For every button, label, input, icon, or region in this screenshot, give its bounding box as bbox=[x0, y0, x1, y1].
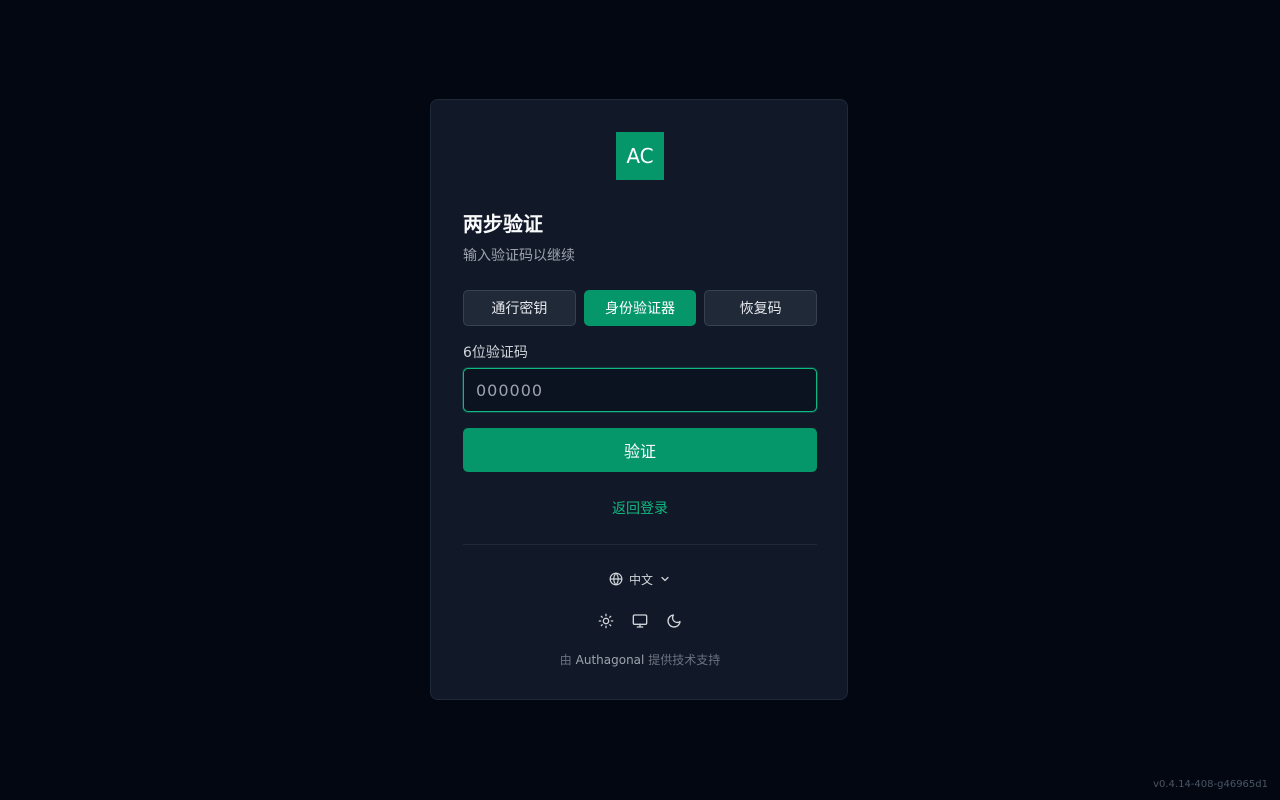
back-to-login-link[interactable]: 返回登录 bbox=[431, 499, 849, 519]
language-select[interactable]: 中文 bbox=[609, 571, 671, 588]
theme-switcher bbox=[431, 613, 849, 633]
powered-by: 由 Authagonal 提供技术支持 bbox=[431, 651, 849, 669]
powered-by-prefix: 由 bbox=[559, 653, 572, 667]
sun-icon bbox=[598, 613, 614, 633]
tab-passkey[interactable]: 通行密钥 bbox=[463, 290, 576, 326]
language-switcher: 中文 bbox=[431, 568, 849, 590]
chevron-down-icon bbox=[659, 573, 671, 585]
monitor-icon bbox=[632, 613, 648, 633]
tab-recovery-code[interactable]: 恢复码 bbox=[704, 290, 818, 326]
divider bbox=[463, 544, 817, 545]
version-label: v0.4.14-408-g46965d1 bbox=[1153, 779, 1268, 790]
powered-by-brand: Authagonal bbox=[575, 653, 645, 667]
login-card: AC 两步验证 输入验证码以继续 通行密钥 身份验证器 恢复码 6位验证码 验证… bbox=[430, 99, 848, 700]
page-title: 两步验证 bbox=[463, 212, 543, 236]
app-logo: AC bbox=[616, 132, 664, 180]
theme-system-button[interactable] bbox=[631, 614, 649, 632]
globe-icon bbox=[609, 572, 623, 586]
page-subtitle: 输入验证码以继续 bbox=[463, 248, 575, 264]
tab-authenticator[interactable]: 身份验证器 bbox=[583, 290, 697, 326]
method-tabs: 通行密钥 身份验证器 恢复码 bbox=[463, 290, 818, 326]
theme-light-button[interactable] bbox=[597, 613, 615, 633]
language-label: 中文 bbox=[628, 572, 653, 587]
verify-button[interactable]: 验证 bbox=[463, 428, 817, 472]
moon-icon bbox=[666, 613, 682, 633]
verification-code-input[interactable] bbox=[463, 368, 817, 412]
code-field-label: 6位验证码 bbox=[463, 345, 528, 361]
theme-dark-button[interactable] bbox=[665, 614, 683, 632]
powered-by-suffix: 提供技术支持 bbox=[648, 653, 721, 667]
